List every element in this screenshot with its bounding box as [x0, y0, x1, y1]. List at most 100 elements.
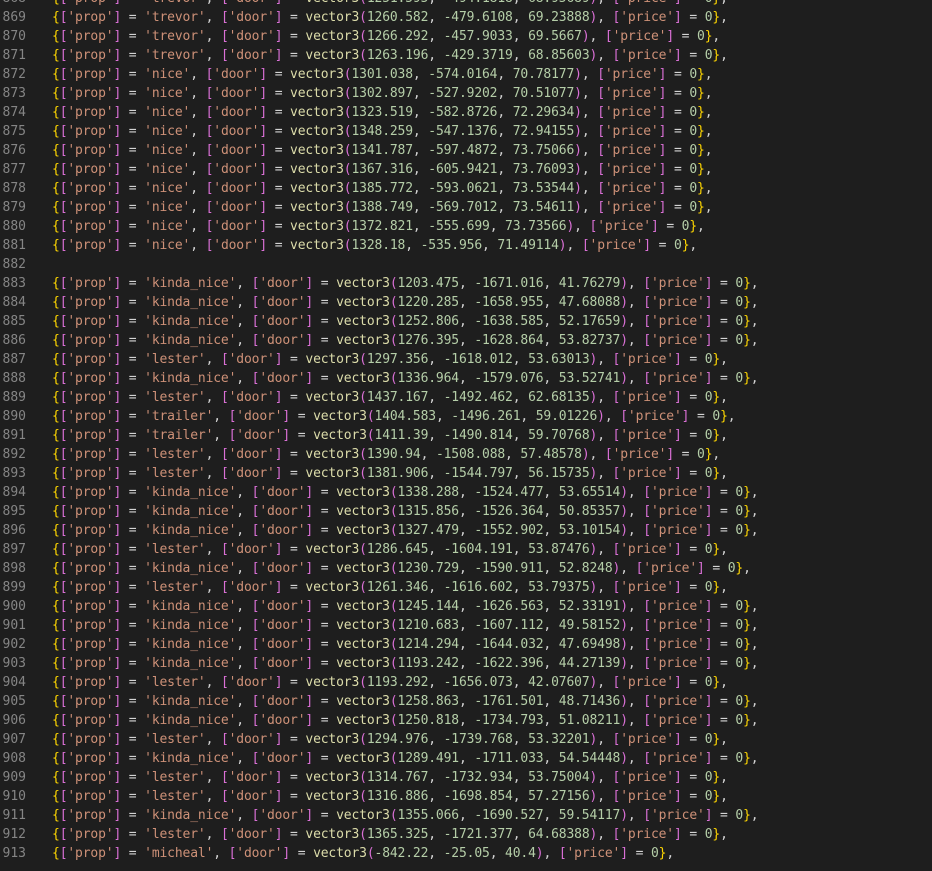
code-line[interactable]: 900 {['prop'] = 'kinda_nice', ['door'] = … [0, 597, 932, 616]
code-line[interactable]: 902 {['prop'] = 'kinda_nice', ['door'] = … [0, 635, 932, 654]
number-token: 68.85603 [528, 48, 590, 63]
code-line[interactable]: 886 {['prop'] = 'kinda_nice', ['door'] = … [0, 331, 932, 350]
code-line[interactable]: 911 {['prop'] = 'kinda_nice', ['door'] = … [0, 806, 932, 825]
code-line[interactable]: 869 {['prop'] = 'trevor', ['door'] = vect… [0, 8, 932, 27]
code-line[interactable]: 908 {['prop'] = 'kinda_nice', ['door'] = … [0, 749, 932, 768]
code-line[interactable]: 898 {['prop'] = 'kinda_nice', ['door'] = … [0, 559, 932, 578]
number-token: -527.9202 [428, 86, 498, 101]
number-token: 73.53544 [512, 181, 575, 196]
code-line[interactable]: 899 {['prop'] = 'lester', ['door'] = vect… [0, 578, 932, 597]
code-line[interactable]: 897 {['prop'] = 'lester', ['door'] = vect… [0, 540, 932, 559]
code-line[interactable]: 895 {['prop'] = 'kinda_nice', ['door'] = … [0, 502, 932, 521]
code-line[interactable]: 876 {['prop'] = 'nice', ['door'] = vector… [0, 141, 932, 160]
code-line[interactable]: 894 {['prop'] = 'kinda_nice', ['door'] = … [0, 483, 932, 502]
brace-open: { [52, 105, 60, 120]
code-line[interactable]: 904 {['prop'] = 'lester', ['door'] = vect… [0, 673, 932, 692]
role-string: 'kinda_nice' [144, 618, 237, 633]
code-line[interactable]: 910 {['prop'] = 'lester', ['door'] = vect… [0, 787, 932, 806]
number-token: 0 [689, 181, 698, 196]
string-token: 'door' [259, 637, 306, 652]
role-string: 'lester' [144, 580, 206, 595]
code-line[interactable]: 877 {['prop'] = 'nice', ['door'] = vector… [0, 160, 932, 179]
paren-close: ) [620, 504, 628, 519]
code-line[interactable]: 874 {['prop'] = 'nice', ['door'] = vector… [0, 103, 932, 122]
bracket-open: [ [220, 352, 229, 367]
brace-close: } [712, 10, 721, 25]
code-line[interactable]: 903 {['prop'] = 'kinda_nice', ['door'] = … [0, 654, 932, 673]
code-line[interactable]: 891 {['prop'] = 'trailer', ['door'] = vec… [0, 426, 932, 445]
paren-close: ) [620, 637, 628, 652]
code-line[interactable]: 875 {['prop'] = 'nice', ['door'] = vector… [0, 122, 932, 141]
code-line[interactable]: 888 {['prop'] = 'kinda_nice', ['door'] = … [0, 369, 932, 388]
code-line[interactable]: 887 {['prop'] = 'lester', ['door'] = vect… [0, 350, 932, 369]
bracket-close: ] [113, 409, 122, 424]
separator-token: , [750, 713, 759, 728]
brace-close: } [712, 466, 721, 481]
code-editor[interactable]: 868{['prop'] = 'trevor', ['door'] = vect… [0, 0, 932, 871]
bracket-close: ] [113, 162, 122, 177]
paren-close: ) [620, 485, 628, 500]
number-token: 59.54117 [558, 808, 621, 823]
paren-close: ) [581, 29, 590, 44]
separator-token: , [750, 618, 759, 633]
code-line[interactable]: 892 {['prop'] = 'lester', ['door'] = vect… [0, 445, 932, 464]
operator-token: = [682, 0, 705, 6]
code-line[interactable]: 882 [0, 255, 932, 274]
string-token: 'prop' [67, 618, 114, 633]
brace-open: { [52, 599, 60, 614]
code-line[interactable]: 878 {['prop'] = 'nice', ['door'] = vector… [0, 179, 932, 198]
code-line[interactable]: 909 {['prop'] = 'lester', ['door'] = vect… [0, 768, 932, 787]
code-line[interactable]: 893 {['prop'] = 'lester', ['door'] = vect… [0, 464, 932, 483]
bracket-open: [ [604, 29, 613, 44]
operator-token: = [282, 789, 306, 804]
string-token: 'prop' [67, 827, 114, 842]
separator-token: , [458, 295, 475, 310]
code-line[interactable]: 912 {['prop'] = 'lester', ['door'] = vect… [0, 825, 932, 844]
bracket-open: [ [597, 67, 605, 82]
operator-token: = [121, 105, 145, 120]
code-line[interactable]: 868{['prop'] = 'trevor', ['door'] = vect… [0, 0, 932, 8]
code-line[interactable]: 905 {['prop'] = 'kinda_nice', ['door'] = … [0, 692, 932, 711]
bracket-close: ] [305, 618, 314, 633]
operator-token: = [282, 466, 306, 481]
code-line[interactable]: 890 {['prop'] = 'trailer', ['door'] = vec… [0, 407, 932, 426]
code-line[interactable]: 913 {['prop'] = 'micheal', ['door'] = vec… [0, 844, 932, 863]
code-line[interactable]: 896 {['prop'] = 'kinda_nice', ['door'] = … [0, 521, 932, 540]
separator-token: , [543, 295, 559, 310]
number-token: 53.10154 [558, 523, 621, 538]
number-token: 1315.856 [397, 504, 460, 519]
number-token: -457.9033 [443, 29, 513, 44]
code-line[interactable]: 884 {['prop'] = 'kinda_nice', ['door'] = … [0, 293, 932, 312]
bracket-close: ] [259, 67, 268, 82]
separator-token: , [428, 580, 444, 595]
code-line[interactable]: 872 {['prop'] = 'nice', ['door'] = vector… [0, 65, 932, 84]
operator-token: = [674, 447, 698, 462]
code-line[interactable]: 889 {['prop'] = 'lester', ['door'] = vect… [0, 388, 932, 407]
string-token: 'door' [259, 504, 306, 519]
separator-token: , [236, 751, 252, 766]
code-line[interactable]: 885 {['prop'] = 'kinda_nice', ['door'] = … [0, 312, 932, 331]
code-line[interactable]: 907 {['prop'] = 'lester', ['door'] = vect… [0, 730, 932, 749]
string-token: 'prop' [67, 314, 114, 329]
code-line[interactable]: 871 {['prop'] = 'trevor', ['door'] = vect… [0, 46, 932, 65]
separator-token: , [589, 29, 605, 44]
line-number: 871 [2, 48, 26, 63]
role-string: 'nice' [144, 105, 191, 120]
code-line[interactable]: 870 {['prop'] = 'trevor', ['door'] = vect… [0, 27, 932, 46]
number-token: -547.1376 [428, 124, 498, 139]
bracket-open: [ [221, 0, 229, 6]
code-line[interactable]: 881 {['prop'] = 'nice', ['door'] = vector… [0, 236, 932, 255]
string-token: 'prop' [67, 447, 114, 462]
code-line[interactable]: 879 {['prop'] = 'nice', ['door'] = vector… [0, 198, 932, 217]
operator-token: = [267, 105, 291, 120]
code-line[interactable]: 901 {['prop'] = 'kinda_nice', ['door'] = … [0, 616, 932, 635]
separator-token: , [236, 656, 252, 671]
operator-token: = [681, 352, 705, 367]
code-line[interactable]: 906 {['prop'] = 'kinda_nice', ['door'] = … [0, 711, 932, 730]
vertical-scrollbar[interactable] [918, 0, 932, 871]
number-token: -1761.501 [474, 694, 544, 709]
number-token: 1260.582 [366, 10, 429, 25]
code-line[interactable]: 883 {['prop'] = 'kinda_nice', ['door'] = … [0, 274, 932, 293]
code-line[interactable]: 880 {['prop'] = 'nice', ['door'] = vector… [0, 217, 932, 236]
code-line[interactable]: 873 {['prop'] = 'nice', ['door'] = vector… [0, 84, 932, 103]
